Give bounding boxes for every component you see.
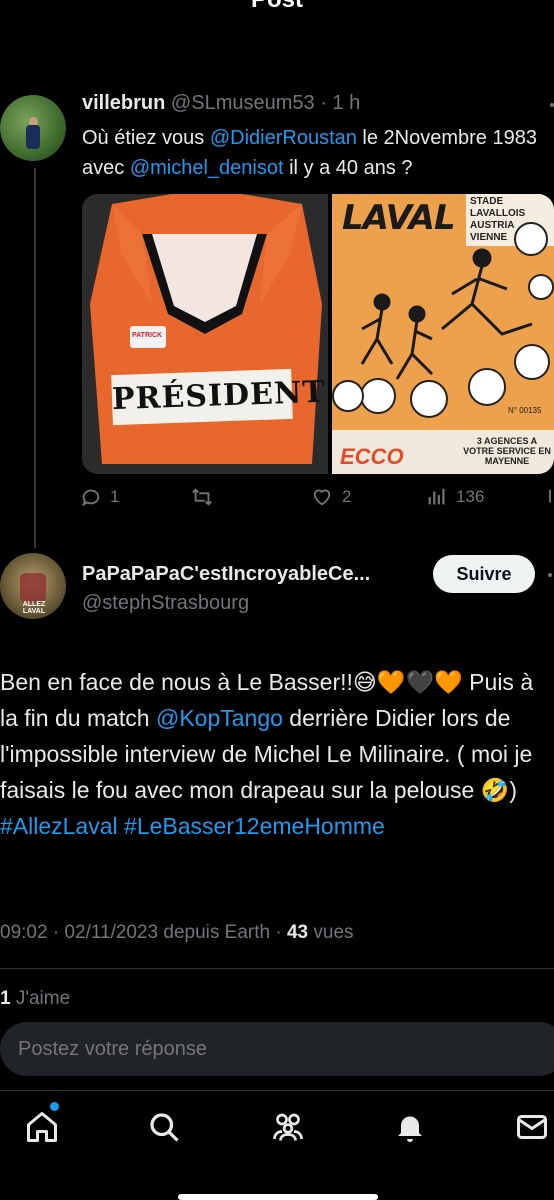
tweet-actions: 1 2 136 [80,486,554,516]
emoji-group: 😅🧡🖤🧡 [352,669,463,695]
avatar-figure [20,573,46,603]
like-count: 2 [342,487,352,506]
reply-button[interactable]: 1 [80,486,119,508]
reply-views-label: vues [308,922,354,943]
jersey-brand: PATRICK [132,332,163,339]
communities-icon [273,1113,303,1141]
nav-notifications[interactable] [392,1109,428,1145]
separator: · [320,92,327,114]
reply-count: 1 [110,487,120,506]
bottom-navigation [0,1090,554,1200]
mention-link[interactable]: @michel_denisot [130,157,284,179]
divider [0,968,554,969]
football-icon [410,380,448,418]
retweet-icon [192,488,212,506]
views-button[interactable]: 136 [426,486,484,508]
nav-communities[interactable] [270,1109,306,1145]
tweet-text-part: il y a 40 ans ? [283,157,413,179]
mention-link[interactable]: @KopTango [156,705,283,731]
tweet-text-part: Où étiez vous [82,127,210,149]
avatar-caption: ALLEZ LAVAL [22,601,46,615]
views-chart-icon [428,488,445,505]
home-icon [27,1112,57,1142]
reply-text: Ben en face de nous à Le Basser!!😅🧡🖤🧡 Pu… [0,664,554,844]
author-handle[interactable]: @SLmuseum53 [171,92,315,114]
tweet-text: Où étiez vous @DidierRoustan le 2Novembr… [82,123,552,183]
football-icon [514,222,548,256]
reply-text-part: ) [509,777,518,803]
tweet-header: villebrun @SLmuseum53 · 1 h [82,92,360,115]
avatar[interactable]: ALLEZ LAVAL [0,553,66,619]
share-icon [549,489,551,503]
reply-author-name[interactable]: PaPaPaPaC'estIncroyableCe... [82,563,370,586]
tweet-media: PRÉSIDENT PATRICK LAVAL STADE LAVALLOIS … [82,194,554,474]
reply-views-count: 43 [286,922,309,943]
share-button[interactable] [546,486,554,508]
avatar-person-body [26,125,40,149]
reply-timestamp: 09:02 · 02/11/2023 depuis Earth · [0,922,287,943]
reply-icon [81,489,100,507]
hashtag-link[interactable]: #LeBasser12emeHomme [124,813,385,839]
poster-number: N° 00135 [508,406,542,415]
media-image-poster[interactable]: LAVAL STADE LAVALLOIS AUSTRIA VIENNE N° … [332,194,554,474]
football-icon [332,380,364,412]
likes-summary[interactable]: 1 J'aime [0,988,70,1010]
mention-link[interactable]: @DidierRoustan [210,127,357,149]
nav-messages[interactable] [514,1109,550,1145]
page-title: Post [0,0,554,14]
football-icon [468,368,506,406]
follow-button[interactable]: Suivre [433,555,535,593]
home-notification-dot [50,1102,59,1111]
views-count: 136 [456,487,485,506]
reply-author-handle[interactable]: @stephStrasbourg [82,592,249,615]
thread-connector [34,168,36,548]
like-button[interactable]: 2 [310,486,351,508]
football-icon [514,344,550,380]
poster-footer: ECCO 3 AGENCES A VOTRE SERVICE EN MAYENN… [332,430,554,474]
likes-label: J'aime [10,988,71,1009]
football-icon [528,274,554,300]
bell-icon [398,1116,422,1142]
jersey-text: PRÉSIDENT [111,368,326,426]
media-image-jersey[interactable]: PRÉSIDENT PATRICK [82,194,328,474]
mail-icon [517,1115,547,1139]
heart-icon [313,489,331,506]
hashtag-link[interactable]: #AllezLaval [0,813,118,839]
search-icon [150,1113,179,1142]
emoji-laugh: 🤣 [480,777,510,803]
more-options-icon[interactable] [550,103,554,107]
reply-meta: 09:02 · 02/11/2023 depuis Earth · 43 vue… [0,922,354,944]
more-options-icon[interactable] [548,573,552,577]
poster-footer-text: 3 AGENCES A VOTRE SERVICE EN MAYENNE [463,436,551,466]
reply-text-part: Ben en face de nous à Le Basser!! [0,669,353,695]
poster-footer-brand: ECCO [340,444,404,469]
poster-title: LAVAL [342,198,456,238]
tweet-time[interactable]: 1 h [332,92,360,114]
home-indicator [178,1194,378,1200]
reply-input[interactable] [0,1022,554,1076]
nav-home[interactable] [24,1109,60,1145]
jersey-illustration [82,194,328,474]
avatar[interactable] [0,95,66,161]
retweet-button[interactable] [190,486,222,508]
football-icon [360,378,396,414]
likes-count: 1 [0,988,11,1009]
nav-search[interactable] [146,1109,182,1145]
author-name[interactable]: villebrun [82,92,165,114]
